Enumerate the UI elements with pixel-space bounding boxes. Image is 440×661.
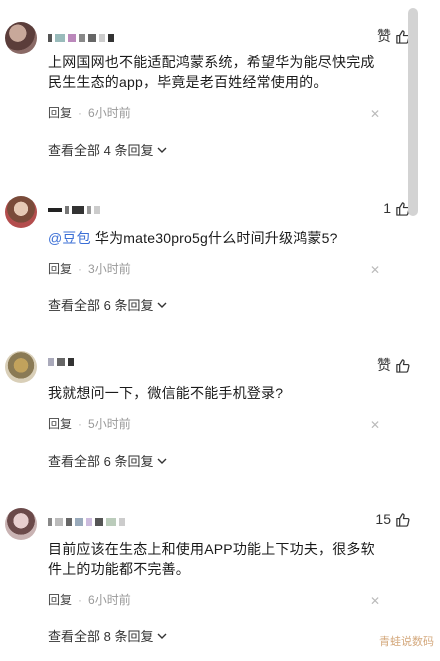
mention-link[interactable]: @豆包 [48, 230, 91, 246]
comment-text: 上网国网也不能适配鸿蒙系统，希望华为能尽快完成民生生态的app，毕竟是老百姓经常… [48, 54, 375, 90]
comment-body: 华为mate30pro5g什么时间升级鸿蒙5? [90, 230, 338, 246]
view-all-replies-button[interactable]: 查看全部 4 条回复 [48, 140, 168, 159]
comment-text: 目前应该在生态上和使用APP功能上下功夫，很多软件上的功能都不完善。 [48, 541, 375, 577]
avatar[interactable] [5, 196, 37, 228]
view-all-replies-button[interactable]: 查看全部 8 条回复 [48, 626, 168, 645]
timestamp: 3小时前 [88, 262, 131, 276]
username-blurred[interactable] [48, 203, 100, 217]
avatar[interactable] [5, 22, 37, 54]
username-blurred[interactable] [48, 515, 125, 529]
separator-dot: · [78, 105, 83, 120]
comment-meta: 回复 · 6小时前 [48, 591, 131, 608]
avatar[interactable] [5, 508, 37, 540]
thumbs-up-icon [396, 512, 410, 527]
view-all-replies-button[interactable]: 查看全部 6 条回复 [48, 295, 168, 314]
separator-dot: · [78, 261, 83, 276]
close-icon[interactable]: ✕ [370, 263, 380, 277]
reply-button[interactable]: 回复 [48, 104, 72, 121]
reply-button[interactable]: 回复 [48, 591, 72, 608]
comment-meta: 回复 · 3小时前 [48, 260, 131, 277]
watermark: 青蛙说数码 [379, 636, 434, 648]
like-button[interactable]: 1 [383, 200, 410, 216]
like-button[interactable]: 赞 [377, 26, 410, 46]
timestamp: 6小时前 [88, 593, 131, 607]
chevron-down-icon [157, 302, 167, 308]
username-blurred[interactable] [48, 355, 74, 369]
close-icon[interactable]: ✕ [370, 594, 380, 608]
scrollbar-thumb[interactable] [408, 8, 418, 216]
chevron-down-icon [157, 458, 167, 464]
like-count: 1 [383, 200, 391, 216]
reply-button[interactable]: 回复 [48, 260, 72, 277]
comment-meta: 回复 · 5小时前 [48, 415, 131, 432]
reply-button[interactable]: 回复 [48, 415, 72, 432]
timestamp: 5小时前 [88, 417, 131, 431]
view-all-label: 查看全部 6 条回复 [48, 454, 154, 469]
like-count: 赞 [377, 28, 391, 44]
close-icon[interactable]: ✕ [370, 418, 380, 432]
view-all-replies-button[interactable]: 查看全部 6 条回复 [48, 451, 168, 470]
comment-text: 我就想问一下，微信能不能手机登录? [48, 385, 284, 401]
username-blurred[interactable] [48, 31, 114, 45]
thumbs-up-icon [396, 358, 410, 373]
like-count: 赞 [377, 357, 391, 373]
timestamp: 6小时前 [88, 106, 131, 120]
like-button[interactable]: 赞 [377, 355, 410, 375]
like-button[interactable]: 15 [375, 511, 410, 527]
chevron-down-icon [157, 147, 167, 153]
comment-text: @豆包 华为mate30pro5g什么时间升级鸿蒙5? [48, 228, 388, 248]
view-all-label: 查看全部 4 条回复 [48, 143, 154, 158]
view-all-label: 查看全部 8 条回复 [48, 629, 154, 644]
chevron-down-icon [157, 633, 167, 639]
close-icon[interactable]: ✕ [370, 107, 380, 121]
like-count: 15 [375, 511, 391, 527]
separator-dot: · [78, 592, 83, 607]
avatar[interactable] [5, 351, 37, 383]
comment-meta: 回复 · 6小时前 [48, 104, 131, 121]
separator-dot: · [78, 416, 83, 431]
view-all-label: 查看全部 6 条回复 [48, 298, 154, 313]
